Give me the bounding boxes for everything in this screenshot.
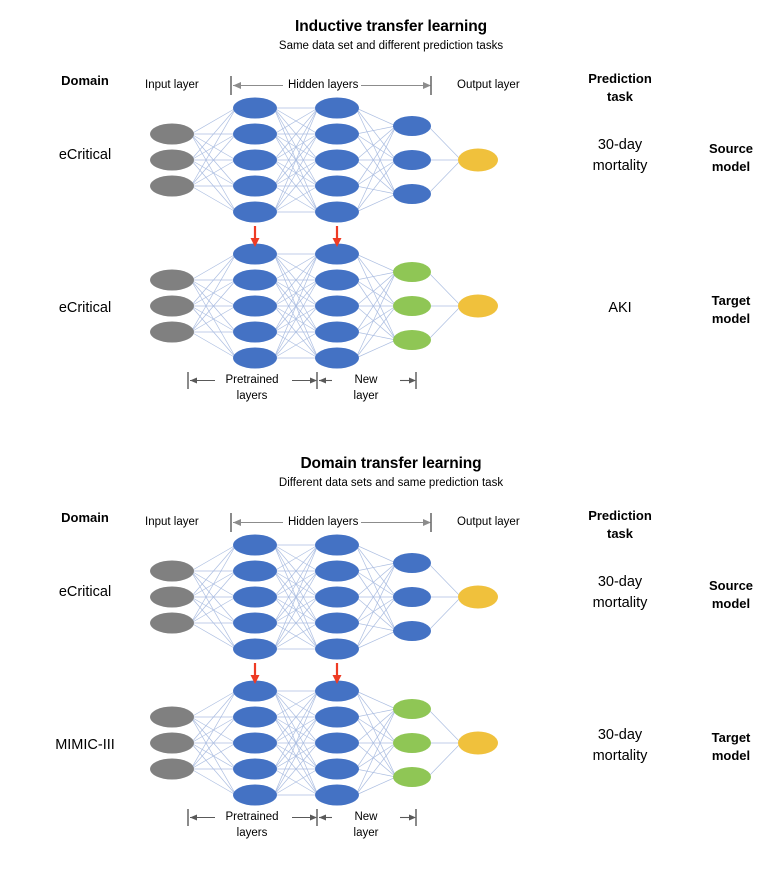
bracket-label-new-line2: layer — [353, 827, 379, 839]
bottom-bracket-decoration — [187, 809, 417, 826]
bracket-label-pretrained-line1: Pretrained — [225, 811, 279, 823]
bracket-label-new-line1: New — [354, 374, 378, 386]
bracket-label-new-line1: New — [354, 811, 378, 823]
panel-inductive-transfer-learning: Inductive transfer learning Same data se… — [0, 0, 782, 436]
bracket-label-pretrained-line1: Pretrained — [225, 374, 279, 386]
bottom-bracket-decoration — [187, 372, 417, 389]
bracket-label-pretrained-line2: layers — [236, 827, 268, 839]
bracket-label-new-line2: layer — [353, 390, 379, 402]
bracket-label-pretrained-line2: layers — [236, 390, 268, 402]
panel-domain-transfer-learning: Domain transfer learning Different data … — [0, 437, 782, 873]
